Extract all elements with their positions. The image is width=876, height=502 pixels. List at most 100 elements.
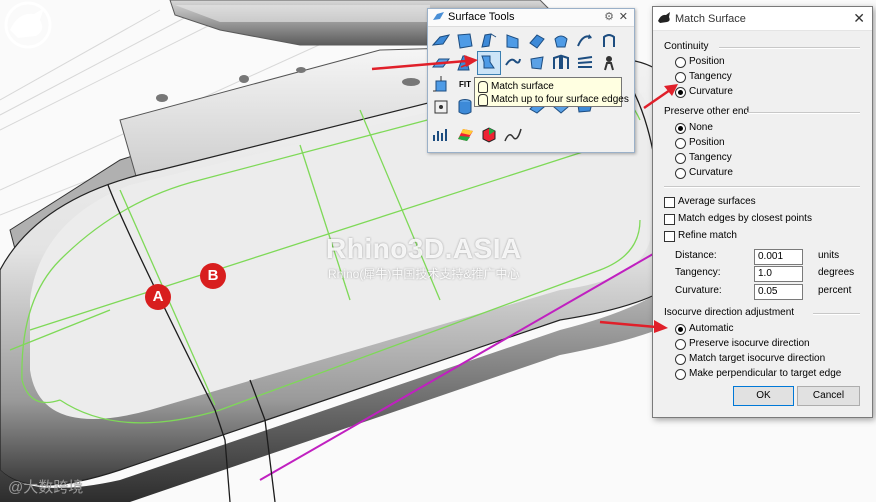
distance-label: Distance: <box>675 250 717 261</box>
surface-from-points-icon[interactable] <box>431 31 451 51</box>
control-points-icon[interactable] <box>431 97 451 117</box>
preserve-tangency-label: Tangency <box>689 152 732 163</box>
isocurve-group-label: Isocurve direction adjustment <box>664 307 795 318</box>
distance-input[interactable]: 0.001 <box>754 249 803 265</box>
surface-edge-curves-icon[interactable] <box>455 31 475 51</box>
preserve-divider <box>747 112 860 114</box>
radio-icon <box>675 339 686 350</box>
options-divider <box>664 186 860 188</box>
preserve-curvature-label: Curvature <box>689 167 733 178</box>
corner-watermark: @大数跨境 <box>8 479 84 496</box>
close-icon[interactable]: ✕ <box>619 9 628 26</box>
draft-analysis-icon[interactable] <box>503 125 523 145</box>
rail-revolve-icon[interactable] <box>575 31 595 51</box>
radio-icon <box>675 153 686 164</box>
match-edges-label: Match edges by closest points <box>678 213 812 224</box>
isocurve-divider <box>813 313 860 315</box>
arrow-to-curvature-option <box>643 84 678 110</box>
rhino-logo-watermark <box>4 1 52 49</box>
curvature-input[interactable]: 0.05 <box>754 284 803 300</box>
toolbar-title: Surface Tools <box>448 11 515 23</box>
arrow-to-match-surface-icon <box>371 55 478 71</box>
radio-icon <box>675 57 686 68</box>
isocurve-match-target-label: Match target isocurve direction <box>689 353 826 364</box>
isocurve-preserve-radio[interactable]: Preserve isocurve direction <box>675 337 810 351</box>
rebuild-surface-icon[interactable] <box>599 53 619 73</box>
cylinder-icon[interactable] <box>455 97 475 117</box>
checkbox-icon <box>664 214 675 225</box>
refine-match-checkbox[interactable]: Refine match <box>664 229 737 243</box>
revolve-icon[interactable] <box>551 31 571 51</box>
tooltip-line-right-click: Match up to four surface edges <box>478 93 629 106</box>
sweep-2-icon[interactable] <box>527 31 547 51</box>
tangency-unit: degrees <box>818 267 855 278</box>
continuity-position-label: Position <box>689 56 725 67</box>
preserve-tangency-radio[interactable]: Tangency <box>675 151 732 165</box>
zebra-analysis-icon[interactable] <box>455 125 475 145</box>
match-surface-tooltip: Match surface Match up to four surface e… <box>474 77 629 107</box>
preserve-none-radio[interactable]: None <box>675 121 713 135</box>
curvature-analysis-icon[interactable] <box>479 125 499 145</box>
fit-surface-button[interactable]: FIT <box>455 75 475 95</box>
refine-match-label: Refine match <box>678 230 737 241</box>
continuity-curvature-radio[interactable]: Curvature <box>675 85 733 99</box>
sweep-1-icon[interactable] <box>503 31 523 51</box>
watermark-subtitle: Rhino(犀牛)中国技术支持&推广中心 <box>328 267 520 281</box>
cancel-button[interactable]: Cancel <box>797 386 860 406</box>
loft-icon[interactable] <box>479 31 499 51</box>
toolbar-titlebar[interactable]: Surface Tools ⚙ ✕ <box>428 9 634 27</box>
continuity-tangency-label: Tangency <box>689 71 732 82</box>
isocurve-perpendicular-label: Make perpendicular to target edge <box>689 368 842 379</box>
dialog-title: Match Surface <box>675 13 746 25</box>
average-surfaces-label: Average surfaces <box>678 196 756 207</box>
arrow-to-automatic-option <box>599 320 668 333</box>
right-mouse-icon <box>478 94 488 106</box>
isocurve-preserve-label: Preserve isocurve direction <box>689 338 810 349</box>
point-a-badge: A <box>145 284 171 310</box>
preserve-curvature-radio[interactable]: Curvature <box>675 166 733 180</box>
ok-button[interactable]: OK <box>733 386 794 406</box>
radio-icon <box>675 369 686 380</box>
continuity-tangency-radio[interactable]: Tangency <box>675 70 732 84</box>
checkbox-icon <box>664 197 675 208</box>
radio-icon <box>675 138 686 149</box>
continuity-divider <box>719 47 860 49</box>
curvature-label: Curvature: <box>675 285 722 296</box>
fillet-surface-icon[interactable] <box>527 53 547 73</box>
average-surfaces-checkbox[interactable]: Average surfaces <box>664 195 756 209</box>
isocurve-automatic-radio[interactable]: Automatic <box>675 322 733 336</box>
dialog-titlebar[interactable]: Match Surface ✕ <box>653 7 872 31</box>
checkbox-icon <box>664 231 675 242</box>
tangency-label: Tangency: <box>675 267 721 278</box>
tangency-input[interactable]: 1.0 <box>754 266 803 282</box>
match-surface-button[interactable] <box>477 51 501 75</box>
tooltip-text-1: Match surface <box>491 81 554 92</box>
patch-icon[interactable] <box>575 53 595 73</box>
radio-icon <box>675 168 686 179</box>
radio-icon <box>675 354 686 365</box>
isocurve-automatic-label: Automatic <box>689 323 734 334</box>
close-icon[interactable]: ✕ <box>853 10 865 27</box>
radio-selected-icon <box>675 123 686 134</box>
isocurve-perpendicular-radio[interactable]: Make perpendicular to target edge <box>675 367 841 381</box>
rail-revolve-2-icon[interactable] <box>599 31 619 51</box>
gear-icon[interactable]: ⚙ <box>604 9 614 26</box>
point-b-badge: B <box>200 263 226 289</box>
continuity-position-radio[interactable]: Position <box>675 55 725 69</box>
surface-tools-icon <box>433 12 444 20</box>
watermark-title: Rhino3D.ASIA <box>326 233 522 264</box>
tooltip-line-left-click: Match surface <box>478 80 618 93</box>
tooltip-text-2: Match up to four surface edges <box>491 94 629 105</box>
rhino-icon <box>658 12 670 23</box>
curvature-unit: percent <box>818 285 852 296</box>
move-uvn-icon[interactable] <box>431 75 451 95</box>
network-surface-icon[interactable] <box>551 53 571 73</box>
match-surface-dialog[interactable]: Match Surface ✕ Continuity Position Tang… <box>652 6 873 418</box>
radio-selected-icon <box>675 324 686 335</box>
preserve-position-radio[interactable]: Position <box>675 136 725 150</box>
left-mouse-icon <box>478 81 488 93</box>
isocurve-match-target-radio[interactable]: Match target isocurve direction <box>675 352 825 366</box>
analysis-icon[interactable] <box>431 125 451 145</box>
merge-surface-icon[interactable] <box>503 53 523 73</box>
match-edges-checkbox[interactable]: Match edges by closest points <box>664 212 812 226</box>
